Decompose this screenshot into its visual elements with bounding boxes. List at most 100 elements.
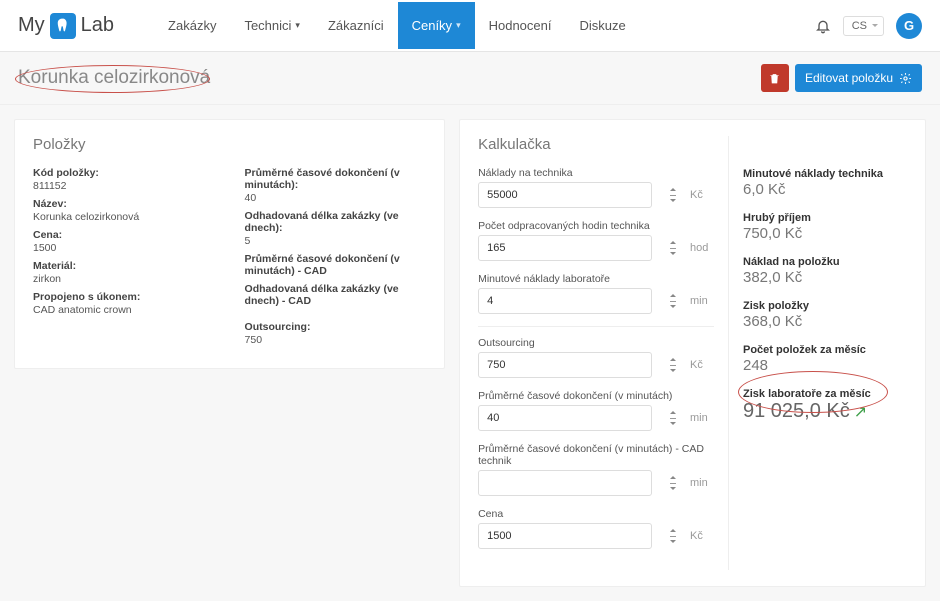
min-naklady-input[interactable] bbox=[478, 288, 652, 314]
tooth-icon bbox=[50, 13, 76, 39]
calc-summary: Minutové náklady technika6,0 Kč Hrubý př… bbox=[728, 136, 909, 570]
outsourcing-value: 750 bbox=[245, 334, 427, 346]
sum-total: Zisk laboratoře za měsíc 91 025,0 Kč↗ bbox=[743, 388, 909, 423]
naklady-tech-input[interactable] bbox=[478, 182, 652, 208]
topbar: My Lab Zakázky Technici▾ Zákazníci Ceník… bbox=[0, 0, 940, 52]
stepper-buttons[interactable] bbox=[670, 291, 680, 311]
chevron-down-icon: ▾ bbox=[295, 20, 300, 31]
field-min-naklady: Minutové náklady laboratoře min bbox=[478, 273, 714, 314]
arrow-up-icon: ↗ bbox=[854, 404, 867, 421]
cena-value: 1500 bbox=[33, 242, 215, 254]
nazev-label: Název: bbox=[33, 198, 215, 210]
material-label: Materiál: bbox=[33, 260, 215, 272]
sum-zisk-pol-val: 368,0 Kč bbox=[743, 313, 909, 330]
sum-hruby-val: 750,0 Kč bbox=[743, 225, 909, 242]
unit: Kč bbox=[690, 530, 714, 542]
calc-title: Kalkulačka bbox=[478, 136, 714, 153]
divider bbox=[478, 326, 714, 327]
unit: hod bbox=[690, 242, 714, 254]
outsourcing-label: Outsourcing: bbox=[245, 321, 427, 333]
items-details: Kód položky:811152 Název:Korunka celozir… bbox=[33, 167, 426, 352]
nazev-value: Korunka celozirkonová bbox=[33, 211, 215, 223]
nav-zakaznici[interactable]: Zákazníci bbox=[314, 2, 398, 49]
nav-diskuze[interactable]: Diskuze bbox=[565, 2, 639, 49]
stepper-buttons[interactable] bbox=[670, 408, 680, 428]
logo-prefix: My bbox=[18, 14, 45, 37]
language-select[interactable]: CS bbox=[843, 16, 884, 36]
kod-label: Kód položky: bbox=[33, 167, 215, 179]
nav-technici[interactable]: Technici▾ bbox=[230, 2, 314, 49]
calc-inputs: Kalkulačka Náklady na technika Kč Počet … bbox=[478, 136, 728, 570]
sum-min-tech-label: Minutové náklady technika bbox=[743, 168, 909, 180]
min-naklady-label: Minutové náklady laboratoře bbox=[478, 273, 714, 285]
hodin-label: Počet odpracovaných hodin technika bbox=[478, 220, 714, 232]
nav-ceniky[interactable]: Ceníky▾ bbox=[398, 2, 475, 49]
propojeno-label: Propojeno s úkonem: bbox=[33, 291, 215, 303]
gear-icon bbox=[899, 72, 912, 85]
edit-button[interactable]: Editovat položku bbox=[795, 64, 922, 92]
prum-cas-cad-label: Průměrné časové dokončení (v minutách) -… bbox=[245, 253, 427, 277]
items-title: Položky bbox=[33, 136, 426, 153]
calc-prum-cas-label: Průměrné časové dokončení (v minutách) bbox=[478, 390, 714, 402]
field-naklady-tech: Náklady na technika Kč bbox=[478, 167, 714, 208]
field-hodin: Počet odpracovaných hodin technika hod bbox=[478, 220, 714, 261]
calc-cena-input[interactable] bbox=[478, 523, 652, 549]
stepper-buttons[interactable] bbox=[670, 473, 680, 493]
stepper-buttons[interactable] bbox=[670, 238, 680, 258]
stepper-buttons[interactable] bbox=[670, 355, 680, 375]
calc-prum-cas-input[interactable] bbox=[478, 405, 652, 431]
calculator-card: Kalkulačka Náklady na technika Kč Počet … bbox=[459, 119, 926, 587]
unit: min bbox=[690, 295, 714, 307]
hodin-input[interactable] bbox=[478, 235, 652, 261]
calc-outsourcing-input[interactable] bbox=[478, 352, 652, 378]
topbar-right: CS G bbox=[815, 13, 922, 39]
odhad-dny-label: Odhadovaná délka zakázky (ve dnech): bbox=[245, 210, 427, 234]
odhad-dny-value: 5 bbox=[245, 235, 427, 247]
calc-prum-cas-cad-label: Průměrné časové dokončení (v minutách) -… bbox=[478, 443, 714, 467]
unit: min bbox=[690, 412, 714, 424]
items-col-right: Průměrné časové dokončení (v minutách):4… bbox=[245, 167, 427, 352]
main-nav: Zakázky Technici▾ Zákazníci Ceníky▾ Hodn… bbox=[154, 2, 640, 49]
calc-prum-cas-cad-input[interactable] bbox=[478, 470, 652, 496]
material-value: zirkon bbox=[33, 273, 215, 285]
bell-icon[interactable] bbox=[815, 18, 831, 34]
logo-suffix: Lab bbox=[81, 14, 114, 37]
unit: Kč bbox=[690, 359, 714, 371]
toolbar-actions: Editovat položku bbox=[761, 64, 922, 92]
cena-label: Cena: bbox=[33, 229, 215, 241]
trash-icon bbox=[768, 72, 781, 85]
propojeno-value: CAD anatomic crown bbox=[33, 304, 215, 316]
avatar[interactable]: G bbox=[896, 13, 922, 39]
sum-zisk-pol-label: Zisk položky bbox=[743, 300, 909, 312]
sum-pocet-val: 248 bbox=[743, 357, 909, 374]
items-col-left: Kód položky:811152 Název:Korunka celozir… bbox=[33, 167, 215, 352]
field-prum-cas: Průměrné časové dokončení (v minutách) m… bbox=[478, 390, 714, 431]
nav-hodnoceni[interactable]: Hodnocení bbox=[475, 2, 566, 49]
unit: Kč bbox=[690, 189, 714, 201]
prum-cas-value: 40 bbox=[245, 192, 427, 204]
naklady-tech-label: Náklady na technika bbox=[478, 167, 714, 179]
calc-outsourcing-label: Outsourcing bbox=[478, 337, 714, 349]
logo[interactable]: My Lab bbox=[18, 13, 114, 39]
sum-min-tech-val: 6,0 Kč bbox=[743, 181, 909, 198]
naklady-tech-input-wrap bbox=[478, 182, 684, 208]
sum-naklad-label: Náklad na položku bbox=[743, 256, 909, 268]
chevron-down-icon: ▾ bbox=[456, 20, 461, 31]
sum-zisk-lab-label: Zisk laboratoře za měsíc bbox=[743, 388, 909, 400]
stepper-buttons[interactable] bbox=[670, 526, 680, 546]
unit: min bbox=[690, 477, 714, 489]
field-cena: Cena Kč bbox=[478, 508, 714, 549]
nav-zakazky[interactable]: Zakázky bbox=[154, 2, 230, 49]
sum-hruby-label: Hrubý příjem bbox=[743, 212, 909, 224]
sum-pocet-label: Počet položek za měsíc bbox=[743, 344, 909, 356]
field-outsourcing: Outsourcing Kč bbox=[478, 337, 714, 378]
field-prum-cas-cad: Průměrné časové dokončení (v minutách) -… bbox=[478, 443, 714, 496]
sum-naklad-val: 382,0 Kč bbox=[743, 269, 909, 286]
prum-cas-label: Průměrné časové dokončení (v minutách): bbox=[245, 167, 427, 191]
toolbar: Korunka celozirkonová Editovat položku bbox=[0, 52, 940, 105]
kod-value: 811152 bbox=[33, 180, 215, 192]
odhad-dny-cad-label: Odhadovaná délka zakázky (ve dnech) - CA… bbox=[245, 283, 427, 307]
delete-button[interactable] bbox=[761, 64, 789, 92]
stepper-buttons[interactable] bbox=[670, 185, 680, 205]
page-title: Korunka celozirkonová bbox=[18, 67, 210, 89]
